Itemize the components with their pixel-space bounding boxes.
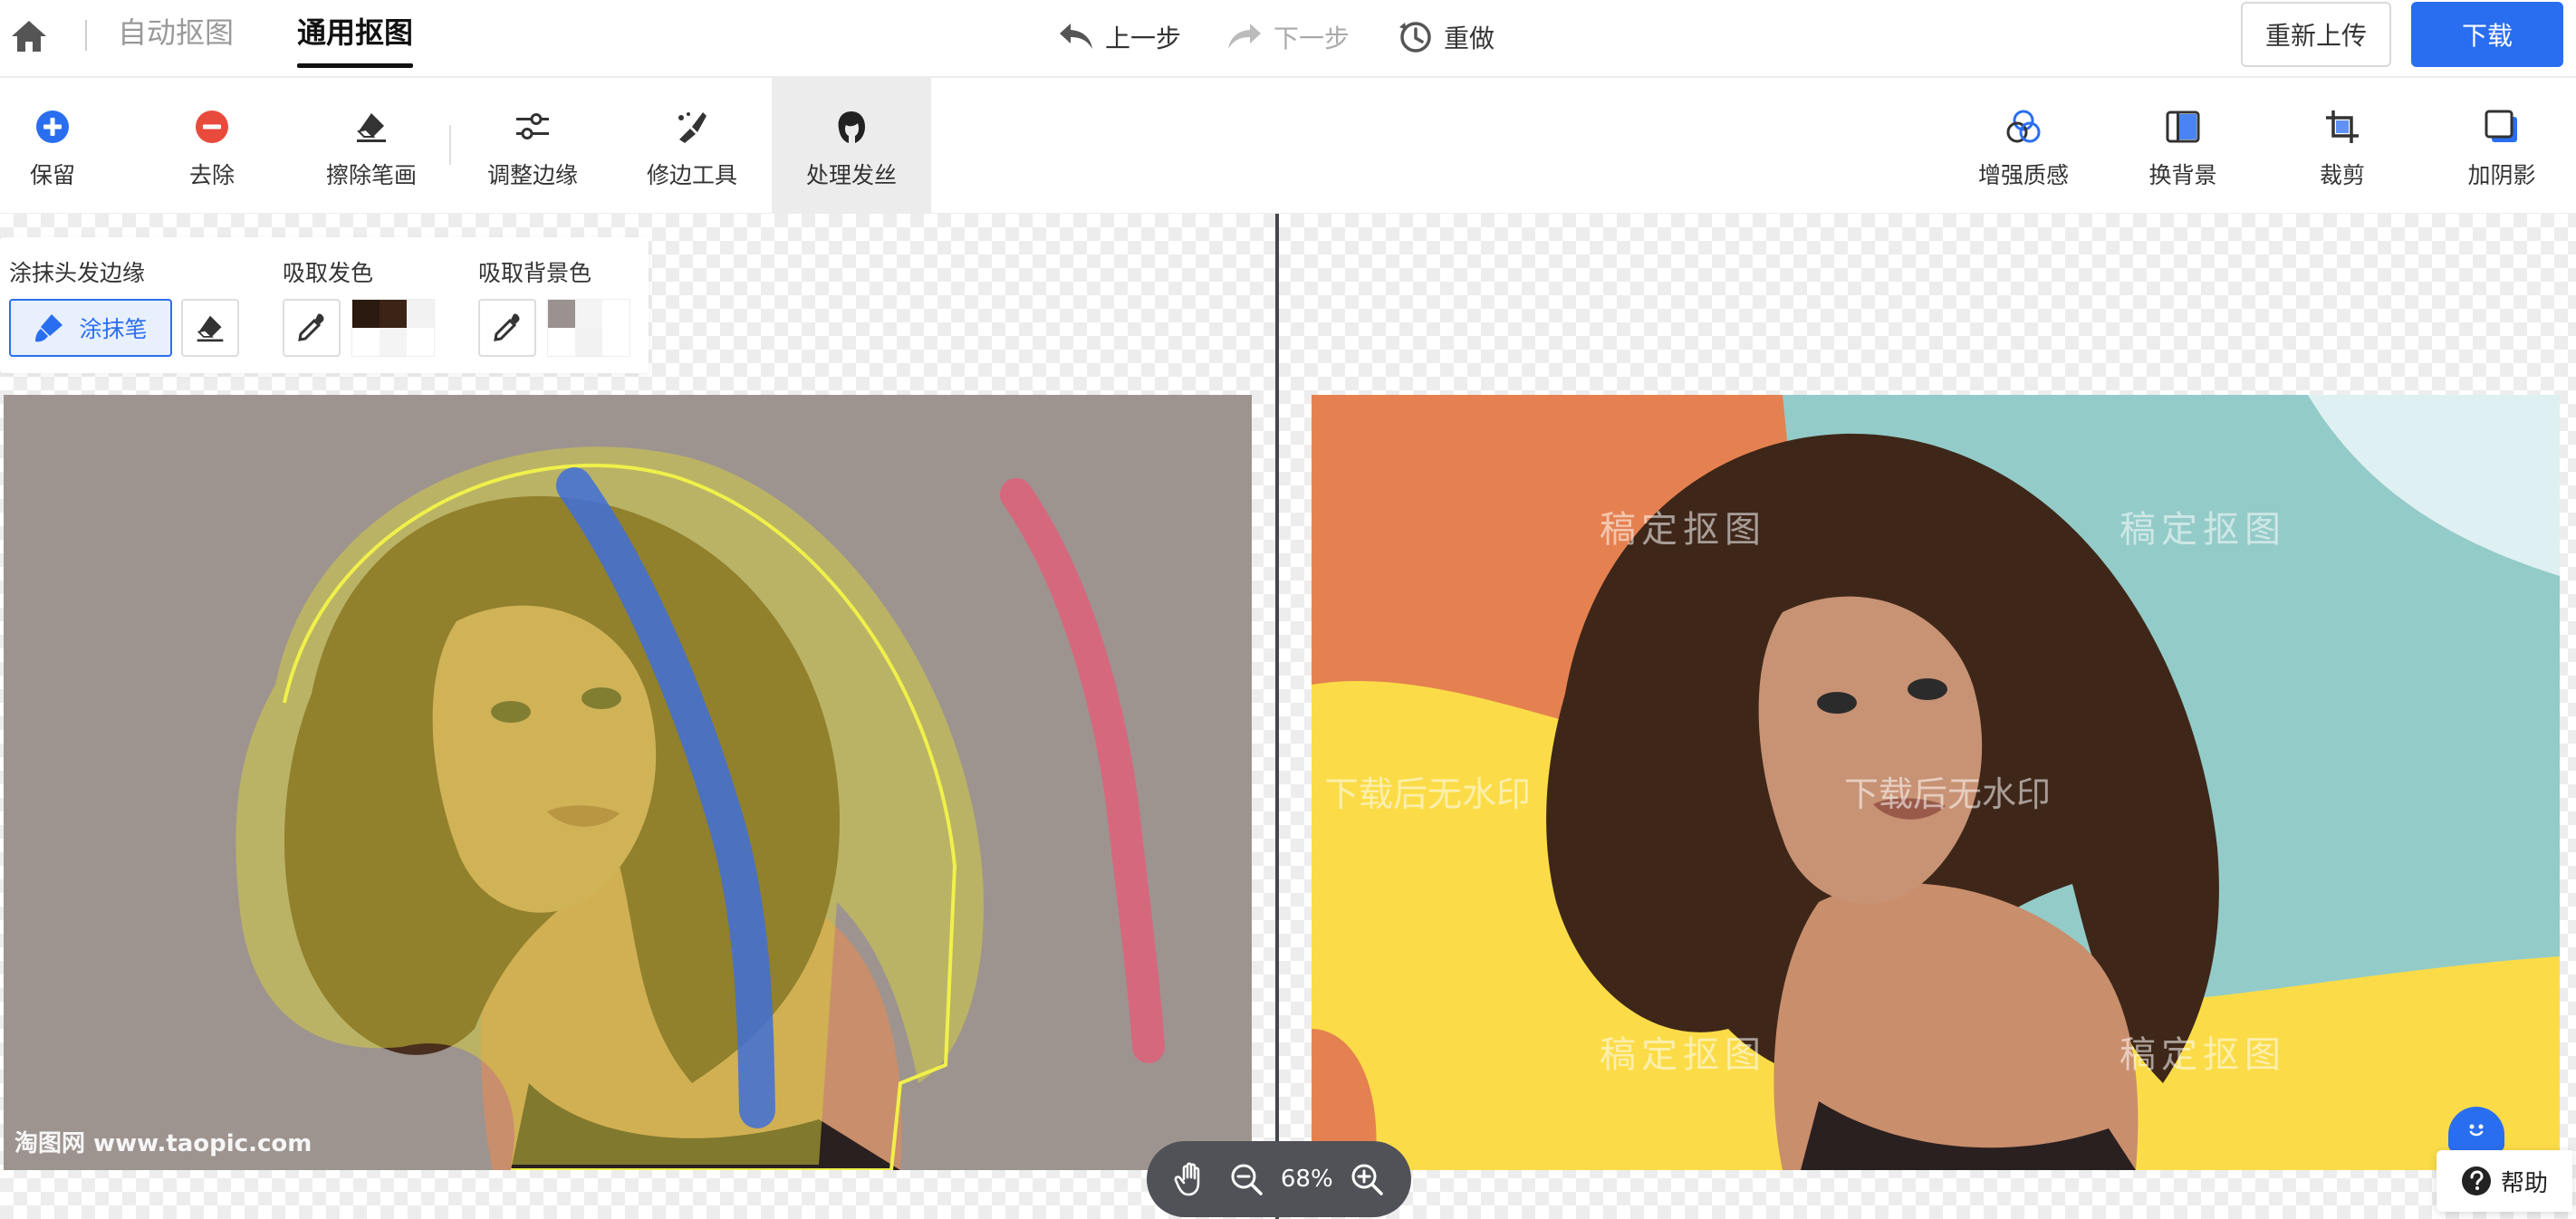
- preview-watermark: 下载后无水印: [1324, 774, 1532, 814]
- question-circle-icon: [2461, 1166, 2491, 1195]
- zoom-in-button[interactable]: [1345, 1157, 1389, 1201]
- top-bar: 自动抠图 通用抠图 上一步 下一步 重做 重新上传 下载: [0, 0, 2576, 78]
- tool-erase-stroke-label: 擦除笔画: [325, 162, 417, 188]
- tool-adjust-edge-label: 调整边缘: [486, 162, 578, 188]
- original-image[interactable]: [4, 395, 1252, 1170]
- undo-icon: [1060, 24, 1092, 49]
- hair-color-cell: [407, 300, 434, 328]
- undo-label: 上一步: [1105, 24, 1182, 53]
- hair-color-cell: [352, 328, 380, 356]
- hair-tool-panel: 涂抹头发边缘 吸取发色 吸取背景色 涂抹笔: [0, 237, 649, 373]
- hair-head-icon: [838, 111, 865, 143]
- bg-color-picker-button[interactable]: [478, 299, 536, 357]
- preview-watermark: 下载后无水印: [1844, 774, 2052, 814]
- tool-crop-label: 裁剪: [2319, 162, 2365, 188]
- tool-add-shadow-label: 加阴影: [2467, 162, 2536, 188]
- hair-eraser-button[interactable]: [181, 299, 239, 357]
- preview-watermark: 稿定抠图: [1600, 509, 1766, 551]
- tool-trim-edge[interactable]: 修边工具: [612, 78, 772, 214]
- tool-keep-label: 保留: [29, 162, 75, 188]
- sliders-icon: [516, 113, 549, 139]
- crop-icon: [2326, 110, 2359, 143]
- hair-color-cell: [380, 300, 407, 328]
- zoom-in-icon: [1351, 1164, 1383, 1195]
- help-label: 帮助: [2500, 1169, 2548, 1197]
- preview-watermark: 稿定抠图: [2119, 1034, 2286, 1076]
- minus-circle-icon: [196, 110, 228, 143]
- eraser-icon: [197, 315, 224, 342]
- brush-icon: [35, 314, 63, 342]
- tool-separator: [449, 125, 451, 165]
- bg-color-cell: [602, 328, 630, 356]
- redo-icon: [1228, 24, 1261, 49]
- hair-color-picker-button[interactable]: [283, 299, 341, 357]
- tool-erase-stroke[interactable]: 擦除笔画: [292, 78, 451, 214]
- preview-watermark: 稿定抠图: [2119, 509, 2286, 551]
- eraser-icon: [357, 113, 386, 142]
- tool-bar: 保留 去除 擦除笔画 调整边缘 修边工具 处理发丝 增强质感 换背景 裁剪 加阴…: [0, 78, 2576, 214]
- hair-color-cell: [407, 328, 434, 356]
- bg-color-cell: [548, 328, 575, 356]
- eyedropper-icon: [494, 313, 520, 341]
- smear-brush-label: 涂抹笔: [79, 316, 148, 342]
- shadow-icon: [2485, 110, 2517, 142]
- download-button[interactable]: 下载: [2411, 2, 2563, 67]
- reupload-button[interactable]: 重新上传: [2241, 2, 2391, 67]
- tool-remove-label: 去除: [188, 162, 235, 188]
- zoom-out-button[interactable]: [1225, 1157, 1268, 1201]
- hand-icon: [1174, 1162, 1200, 1196]
- tool-trim-edge-label: 修边工具: [646, 162, 737, 188]
- history-clock-icon: [1399, 22, 1431, 53]
- tool-change-background[interactable]: 换背景: [2103, 78, 2263, 214]
- hair-color-cell: [352, 300, 380, 328]
- tool-remove[interactable]: 去除: [132, 78, 292, 214]
- help-button[interactable]: 帮助: [2437, 1150, 2572, 1212]
- home-icon: [12, 21, 46, 52]
- pan-tool-button[interactable]: [1169, 1157, 1213, 1201]
- hair-color-swatch[interactable]: [351, 299, 435, 357]
- tool-adjust-edge[interactable]: 调整边缘: [453, 78, 612, 214]
- redo-label: 下一步: [1274, 24, 1350, 53]
- pick-bg-color-title: 吸取背景色: [478, 260, 592, 286]
- tool-enhance-label: 增强质感: [1977, 162, 2069, 188]
- hair-color-cell: [380, 328, 407, 356]
- preview-watermark: 稿定抠图: [1600, 1034, 1766, 1076]
- bg-color-cell: [575, 300, 602, 328]
- tool-process-hair-label: 处理发丝: [805, 162, 897, 188]
- tool-enhance[interactable]: 增强质感: [1944, 78, 2103, 214]
- plus-circle-icon: [36, 110, 69, 143]
- tool-crop[interactable]: 裁剪: [2263, 78, 2422, 214]
- smear-brush-button[interactable]: 涂抹笔: [9, 299, 172, 357]
- source-watermark: 淘图网 www.taopic.com: [14, 1130, 312, 1157]
- home-button[interactable]: [5, 14, 53, 58]
- edge-brush-icon: [678, 112, 706, 143]
- pick-hair-color-title: 吸取发色: [283, 260, 374, 286]
- tool-change-background-label: 换背景: [2148, 162, 2217, 188]
- tool-keep[interactable]: 保留: [0, 78, 132, 214]
- redo-button[interactable]: 下一步: [1226, 16, 1350, 58]
- bg-color-cell: [602, 300, 630, 328]
- compare-divider[interactable]: [1275, 214, 1279, 1219]
- enhance-icon: [2006, 110, 2041, 143]
- tab-general-cutout[interactable]: 通用抠图: [297, 13, 414, 68]
- tool-add-shadow[interactable]: 加阴影: [2422, 78, 2576, 214]
- tab-auto-cutout[interactable]: 自动抠图: [118, 13, 234, 67]
- smile-icon: [2469, 1124, 2484, 1137]
- top-separator: [85, 20, 87, 51]
- reset-label: 重做: [1444, 24, 1495, 53]
- bg-color-cell: [575, 328, 602, 356]
- zoom-out-icon: [1231, 1164, 1264, 1195]
- bg-color-cell: [548, 300, 575, 328]
- smear-hair-edge-title: 涂抹头发边缘: [9, 260, 146, 286]
- undo-button[interactable]: 上一步: [1058, 16, 1181, 58]
- eyedropper-icon: [298, 313, 324, 341]
- background-icon: [2166, 110, 2200, 143]
- tool-process-hair[interactable]: 处理发丝: [772, 78, 931, 214]
- bg-color-swatch[interactable]: [547, 299, 630, 357]
- reset-button[interactable]: 重做: [1399, 16, 1495, 58]
- zoom-level: 68%: [1280, 1166, 1333, 1193]
- zoom-control: 68%: [1147, 1141, 1411, 1217]
